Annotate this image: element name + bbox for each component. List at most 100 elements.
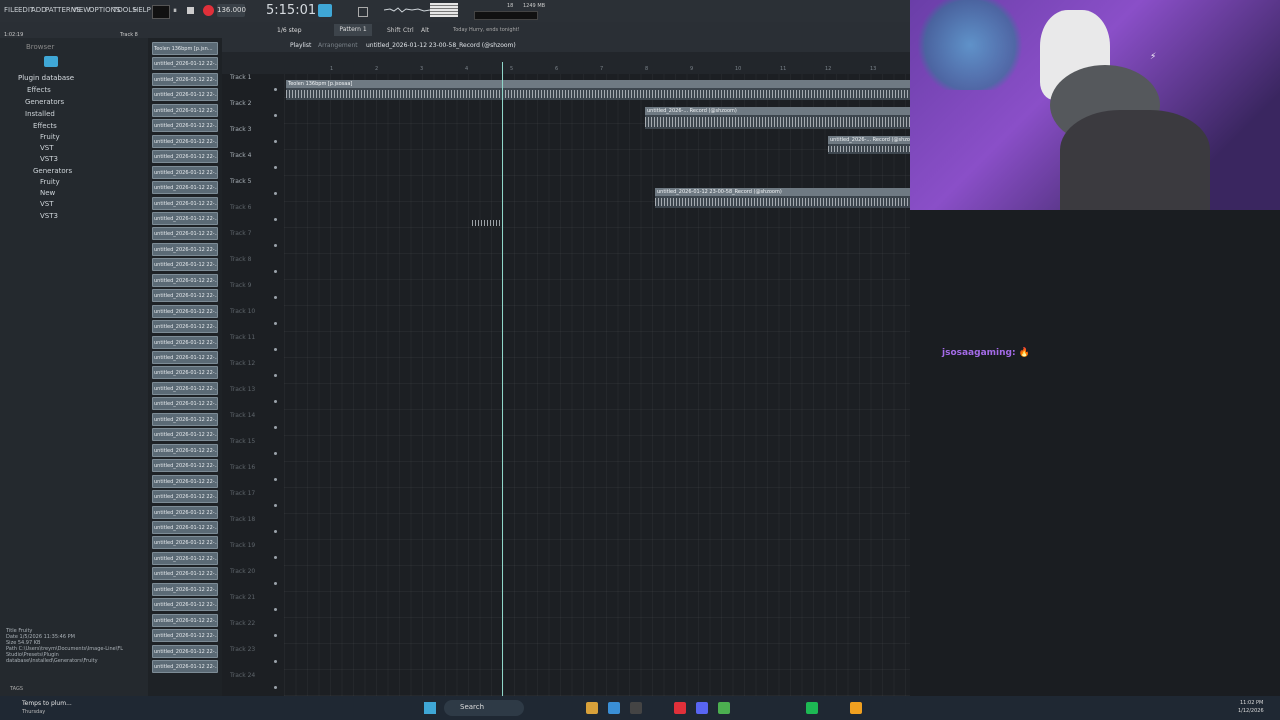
track-mute-dot[interactable] — [274, 582, 277, 585]
file-explorer-icon[interactable] — [586, 702, 598, 714]
tags-label[interactable]: TAGS — [10, 686, 23, 692]
picker-clip[interactable]: untitled_2026-01-12 22-... — [152, 629, 218, 643]
picker-clip[interactable]: untitled_2026-01-12 22-... — [152, 320, 218, 334]
picker-clip[interactable]: untitled_2026-01-12 22-... — [152, 103, 218, 117]
picker-clip[interactable]: untitled_2026-01-12 22-... — [152, 351, 218, 364]
picker-clip[interactable]: untitled_2026-01-12 22-... — [152, 505, 218, 519]
picker-clip[interactable]: untitled_2026-01-12 22-... — [152, 613, 218, 627]
browser-item-effects-vst3[interactable]: VST3 — [40, 155, 58, 163]
track-label[interactable]: Track 15 — [230, 438, 255, 445]
track-label[interactable]: Track 2 — [230, 100, 251, 107]
track-label[interactable]: Track 23 — [230, 646, 255, 653]
track-label[interactable]: Track 12 — [230, 360, 255, 367]
track-label[interactable]: Track 4 — [230, 152, 251, 159]
picker-clip[interactable]: untitled_2026-01-12 22-... — [152, 412, 218, 426]
track-mute-dot[interactable] — [274, 218, 277, 221]
menu-view[interactable]: VIEW — [72, 6, 90, 14]
browser-item-effects[interactable]: Effects — [27, 86, 51, 94]
track-label[interactable]: Track 14 — [230, 412, 255, 419]
picker-clip[interactable]: untitled_2026-01-12 22-... — [152, 258, 218, 272]
picker-clip[interactable]: untitled_2026-01-12 22-... — [152, 459, 218, 473]
loop-icon[interactable] — [358, 7, 368, 17]
picker-clip[interactable]: untitled_2026-01-12 22-... — [152, 227, 218, 241]
picker-clip[interactable]: untitled_2026-01-12 22-... — [152, 72, 218, 86]
track-mute-dot[interactable] — [274, 296, 277, 299]
track-mute-dot[interactable] — [274, 530, 277, 533]
browser-item-generators[interactable]: Generators — [25, 98, 64, 106]
track-mute-dot[interactable] — [274, 140, 277, 143]
picker-clip[interactable]: untitled_2026-01-12 22-... — [152, 242, 218, 256]
picker-clip[interactable]: Teolen 136bpm [p.jsn... — [152, 42, 218, 55]
track-mute-dot[interactable] — [274, 348, 277, 351]
track-mute-dot[interactable] — [274, 556, 277, 559]
timeline-ruler[interactable]: 1234567891011121314 — [222, 52, 921, 74]
browser-item-installed-effects[interactable]: Effects — [33, 122, 57, 130]
picker-clip[interactable]: untitled_2026-01-12 22-... — [152, 428, 218, 442]
picker-clip[interactable]: untitled_2026-01-12 22-... — [152, 660, 218, 673]
picker-clip[interactable]: untitled_2026-01-12 22-... — [152, 88, 218, 102]
track-mute-dot[interactable] — [274, 452, 277, 455]
picker-clip[interactable]: untitled_2026-01-12 22-... — [152, 551, 218, 565]
picker-clip[interactable]: untitled_2026-01-12 22-... — [152, 304, 218, 318]
track-mute-dot[interactable] — [274, 504, 277, 507]
track-mute-dot[interactable] — [274, 322, 277, 325]
track-mute-dot[interactable] — [274, 686, 277, 689]
picker-clip[interactable]: untitled_2026-01-12 22-... — [152, 196, 218, 210]
track-mute-dot[interactable] — [274, 270, 277, 273]
menu-help[interactable]: HELP — [133, 6, 151, 14]
picker-clip[interactable]: untitled_2026-01-12 22-... — [152, 582, 218, 596]
track-mute-dot[interactable] — [274, 426, 277, 429]
song-position-icon[interactable] — [318, 4, 332, 17]
track-label[interactable]: Track 20 — [230, 568, 255, 575]
picker-clip[interactable]: untitled_2026-01-12 22-... — [152, 536, 218, 550]
browser-item-plugin-database[interactable]: Plugin database — [18, 74, 74, 82]
picker-clip[interactable]: untitled_2026-01-12 22-... — [152, 119, 218, 133]
news-ticker[interactable]: Today Hurry, ends tonight! — [453, 27, 520, 33]
picker-clip[interactable]: untitled_2026-01-12 22-... — [152, 211, 218, 225]
track-label[interactable]: Track 24 — [230, 672, 255, 679]
browser-item-installed[interactable]: Installed — [25, 110, 55, 118]
pause-icon[interactable]: ⏸ — [173, 6, 181, 15]
browser-item-generators-vst[interactable]: VST — [40, 200, 54, 208]
track-mute-dot[interactable] — [274, 88, 277, 91]
track-mute-dot[interactable] — [274, 244, 277, 247]
picker-clip[interactable]: untitled_2026-01-12 22-... — [152, 335, 218, 349]
spotify-icon[interactable] — [806, 702, 818, 714]
picker-clip[interactable]: untitled_2026-01-12 22-... — [152, 289, 218, 303]
song-mode-button[interactable] — [152, 5, 170, 19]
track-mute-dot[interactable] — [274, 192, 277, 195]
browser-item-generators-fruity[interactable]: Fruity — [40, 178, 60, 186]
picker-clip[interactable]: untitled_2026-01-12 22-... — [152, 381, 218, 395]
track-mute-dot[interactable] — [274, 660, 277, 663]
track-mute-dot[interactable] — [274, 374, 277, 377]
picker-clip[interactable]: untitled_2026-01-12 22-... — [152, 520, 218, 534]
audio-clip[interactable]: untitled_2026-01-12 23-00-58_Record (@sh… — [655, 188, 910, 208]
track-label[interactable]: Track 21 — [230, 594, 255, 601]
fl-studio-icon[interactable] — [850, 702, 862, 714]
track-label[interactable]: Track 1 — [230, 74, 251, 81]
track-label[interactable]: Track 5 — [230, 178, 251, 185]
track-label[interactable]: Track 22 — [230, 620, 255, 627]
stop-icon[interactable] — [187, 7, 194, 14]
track-label[interactable]: Track 11 — [230, 334, 255, 341]
time-display[interactable]: 5:15:01 — [266, 3, 316, 18]
playhead[interactable] — [502, 62, 503, 696]
track-mute-dot[interactable] — [274, 634, 277, 637]
track-label[interactable]: Track 17 — [230, 490, 255, 497]
track-label[interactable]: Track 9 — [230, 282, 251, 289]
weather-widget[interactable]: Temps to plum... — [22, 700, 72, 707]
picker-clip[interactable]: untitled_2026-01-12 22-... — [152, 474, 218, 488]
track-label[interactable]: Track 6 — [230, 204, 251, 211]
picker-clip[interactable]: untitled_2026-01-12 22-... — [152, 644, 218, 658]
track-label[interactable]: Track 3 — [230, 126, 251, 133]
obs-icon[interactable] — [630, 702, 642, 714]
browser-item-generators-new[interactable]: New — [40, 189, 55, 197]
picker-clip[interactable]: untitled_2026-01-12 22-... — [152, 134, 218, 148]
pattern-selector[interactable]: Pattern 1 — [334, 24, 372, 36]
track-mute-dot[interactable] — [274, 114, 277, 117]
search-bar[interactable]: Search — [444, 700, 524, 716]
browser-item-installed-generators[interactable]: Generators — [33, 167, 72, 175]
snap-select[interactable]: 1/6 step — [277, 27, 302, 34]
tempo-display[interactable]: 136.000 — [217, 4, 246, 17]
playlist-grid[interactable] — [284, 38, 910, 696]
